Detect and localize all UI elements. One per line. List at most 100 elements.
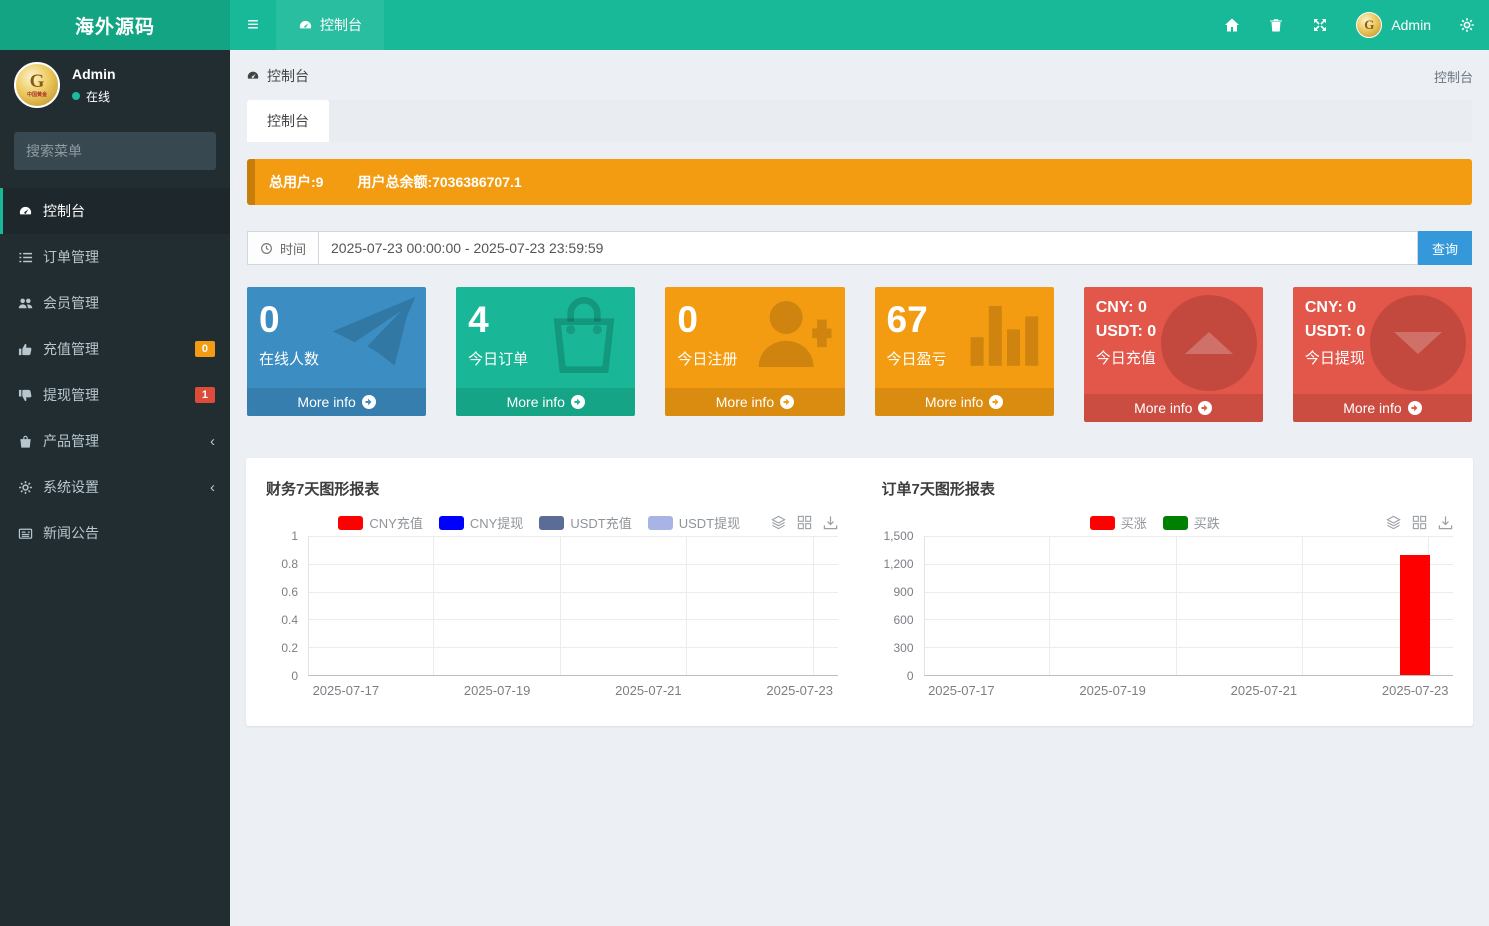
total-balance-label: 用户总余额:7036386707.1 (357, 174, 522, 190)
sidebar-item-orders[interactable]: 订单管理 (0, 234, 230, 280)
y-tick-label: 300 (893, 641, 914, 655)
legend-chip-icon (1162, 515, 1188, 530)
more-info-link[interactable]: More info (247, 388, 427, 416)
gridline (560, 536, 562, 675)
y-tick-label: 0 (291, 669, 298, 683)
navbar-tab-label: 控制台 (320, 17, 362, 33)
sidebar-menu: 控制台 订单管理 会员管理 充值管理 0 提现管理 1 产品管理 ‹ 系统设置 (0, 188, 230, 556)
gridline (924, 647, 1453, 649)
breadcrumb: 控制台 (246, 66, 309, 86)
info-box-content: 0 今日注册 (665, 287, 844, 388)
legend-item[interactable]: USDT提现 (647, 513, 741, 532)
x-tick-label: 2025-07-23 (766, 683, 833, 698)
arrow-circle-right-icon (989, 395, 1004, 409)
x-tick-label: 2025-07-17 (312, 683, 380, 698)
y-tick-label: 900 (893, 585, 914, 599)
home-button[interactable] (1210, 0, 1254, 50)
gridline (309, 591, 838, 593)
legend-label: USDT充值 (570, 516, 632, 531)
legend-item[interactable]: CNY提现 (438, 513, 523, 532)
legend-label: USDT提现 (678, 516, 741, 531)
more-info-label: More info (924, 394, 984, 410)
time-filter-addon: 时间 (247, 231, 320, 265)
user-menu[interactable]: G Admin (1342, 0, 1445, 50)
gridline (924, 591, 1453, 593)
download-icon[interactable] (1438, 515, 1453, 530)
info-box-today-deposit: CNY: 0 USDT: 0 今日充值 More info (1083, 287, 1263, 422)
gears-icon (19, 480, 32, 494)
shopping-bag-icon (20, 435, 31, 448)
sidebar-item-withdrawals[interactable]: 提现管理 1 (0, 372, 230, 418)
tiled-toggle-icon[interactable] (1412, 515, 1427, 530)
info-box-today-pnl: 67 今日盈亏 More info (874, 287, 1054, 416)
legend-item[interactable]: USDT充值 (539, 513, 632, 532)
y-tick-label: 1 (291, 529, 298, 543)
arrow-circle-right-icon (570, 395, 585, 409)
deposit-badge: 0 (194, 341, 215, 357)
legend-item[interactable]: 买涨 (1089, 513, 1147, 532)
legend-item[interactable]: 买跌 (1162, 513, 1220, 532)
navbar-tab-dashboard[interactable]: 控制台 (276, 0, 384, 50)
legend-item[interactable]: CNY充值 (338, 513, 423, 532)
date-range-input[interactable] (319, 231, 1418, 265)
chart-toolbox (1386, 515, 1453, 530)
user-name-label: Admin (1391, 17, 1431, 33)
avatar: G (1356, 12, 1383, 38)
paper-plane-icon (330, 295, 418, 378)
list-icon (19, 252, 33, 262)
legend-chip-icon (438, 515, 464, 530)
thumbs-up-icon (18, 343, 32, 355)
y-axis: 1 0.8 0.6 0.4 0.2 0 (266, 529, 308, 683)
sidebar-toggle-button[interactable]: ≡ (230, 0, 276, 50)
shopping-bag-icon (541, 295, 627, 380)
sidebar-item-settings[interactable]: 系统设置 ‹ (0, 464, 230, 510)
sidebar-search[interactable] (14, 132, 216, 170)
clock-icon (261, 242, 272, 254)
x-tick-label: 2025-07-23 (1381, 683, 1449, 698)
charts-panel: 财务7天图形报表 CNY充值 CNY提现 USDT充值 USDT提现 1 0.8 0.6 0… (246, 458, 1473, 726)
sidebar-item-label: 产品管理 (43, 433, 99, 449)
x-axis: 2025-07-17 2025-07-19 2025-07-21 2025-07-23 (308, 676, 838, 700)
user-plus-icon (749, 295, 837, 378)
arrow-circle-right-icon (780, 395, 795, 409)
dashboard-icon (19, 206, 32, 214)
brand-logo[interactable]: 海外源码 (0, 0, 230, 50)
stack-toggle-icon[interactable] (1386, 515, 1401, 530)
download-icon[interactable] (823, 515, 838, 530)
more-info-link[interactable]: More info (665, 388, 845, 416)
more-info-link[interactable]: More info (1083, 394, 1263, 422)
sidebar-item-dashboard[interactable]: 控制台 (0, 188, 230, 234)
sidebar-item-members[interactable]: 会员管理 (0, 280, 230, 326)
more-info-link[interactable]: More info (874, 388, 1054, 416)
navbar-spacer (384, 0, 1210, 50)
query-button[interactable]: 查询 (1418, 231, 1472, 265)
clear-cache-button[interactable] (1254, 0, 1298, 50)
chart-toolbox (770, 515, 838, 530)
more-info-link[interactable]: More info (1292, 394, 1473, 422)
info-boxes-row: 0 在线人数 More info 4 今日订单 More info 0 今日注册… (247, 287, 1473, 422)
settings-button[interactable] (1445, 0, 1489, 50)
sidebar-item-label: 新闻公告 (43, 525, 99, 541)
stack-toggle-icon[interactable] (770, 515, 786, 530)
chart-legend: 买涨 买跌 (924, 513, 1387, 532)
breadcrumb-label: 控制台 (267, 68, 309, 84)
sidebar-item-news[interactable]: 新闻公告 (0, 510, 230, 556)
more-info-link[interactable]: More info (456, 388, 636, 416)
search-input[interactable] (26, 143, 207, 159)
bar-买涨 (1400, 555, 1431, 675)
tab-dashboard[interactable]: 控制台 (247, 100, 329, 142)
dashboard-icon (247, 71, 259, 79)
bar-chart-icon (968, 295, 1046, 374)
chart-title: 财务7天图形报表 (266, 481, 380, 498)
fullscreen-button[interactable] (1298, 0, 1342, 50)
trash-icon (1270, 19, 1283, 32)
y-tick-label: 0 (906, 669, 914, 683)
sidebar-item-label: 订单管理 (43, 249, 99, 265)
info-box-content: 4 今日订单 (456, 287, 635, 388)
sidebar-item-deposits[interactable]: 充值管理 0 (0, 326, 230, 372)
y-axis: 1,500 1,200 900 600 300 0 (882, 529, 924, 683)
sidebar-item-products[interactable]: 产品管理 ‹ (0, 418, 230, 464)
more-info-label: More info (1134, 400, 1193, 416)
x-axis: 2025-07-17 2025-07-19 2025-07-21 2025-07-23 (924, 676, 1454, 700)
tiled-toggle-icon[interactable] (797, 515, 812, 530)
